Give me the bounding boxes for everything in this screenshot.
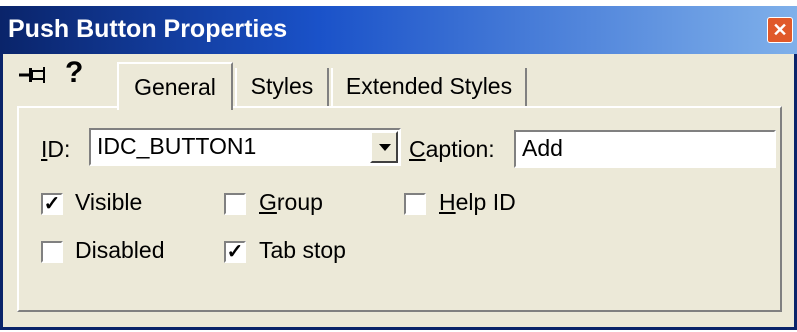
close-button[interactable]: ✕ [767, 17, 793, 43]
tab-general[interactable]: General [117, 62, 233, 110]
tab-styles[interactable]: Styles [235, 68, 329, 106]
close-icon: ✕ [772, 20, 788, 40]
pin-icon[interactable] [17, 62, 47, 92]
caption-value: Add [522, 135, 563, 161]
help-id-checkbox[interactable] [404, 193, 426, 215]
title-bar[interactable]: Push Button Properties ✕ [0, 6, 797, 54]
general-panel: ID: IDC_BUTTON1 Caption: Add ✓ Visible G… [17, 106, 782, 312]
tab-stop-checkbox[interactable]: ✓ [224, 241, 246, 263]
visible-checkbox[interactable]: ✓ [41, 193, 63, 215]
id-label: ID: [41, 136, 71, 162]
id-combobox[interactable]: IDC_BUTTON1 [89, 128, 401, 166]
disabled-checkbox[interactable] [41, 241, 63, 263]
id-value: IDC_BUTTON1 [97, 133, 257, 159]
visible-label: Visible [75, 189, 143, 215]
caption-label: Caption: [409, 136, 495, 162]
help-id-label: Help ID [439, 189, 516, 215]
group-label: Group [259, 189, 323, 215]
group-checkbox[interactable] [224, 193, 246, 215]
caption-input[interactable]: Add [514, 130, 776, 168]
properties-dialog: Push Button Properties ✕ ? General Style… [0, 6, 797, 330]
disabled-label: Disabled [75, 237, 165, 263]
window-title: Push Button Properties [8, 15, 288, 43]
tab-extended-styles[interactable]: Extended Styles [331, 68, 527, 106]
tab-stop-label: Tab stop [259, 237, 346, 263]
help-icon[interactable]: ? [65, 58, 83, 88]
chevron-down-icon[interactable] [370, 131, 398, 163]
